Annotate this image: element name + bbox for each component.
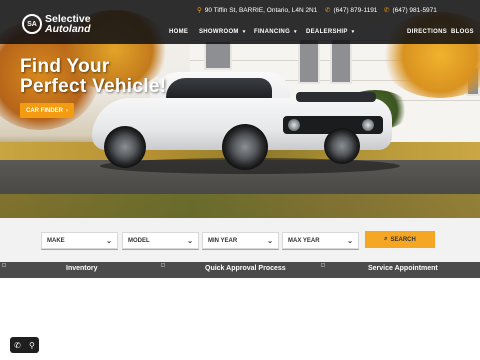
- approval-image-icon: [161, 263, 165, 267]
- phone-number-2: (647) 981-5971: [392, 6, 437, 14]
- car-finder-button[interactable]: CAR FINDER ›: [20, 103, 74, 118]
- phone-link-2[interactable]: ✆ (647) 981-5971: [384, 6, 437, 15]
- nav-home[interactable]: HOME: [169, 29, 188, 35]
- service-image-icon: [321, 263, 325, 267]
- inventory-link[interactable]: Inventory: [66, 265, 98, 272]
- nav-financing-label: FINANCING: [254, 29, 291, 35]
- caret-down-icon: ▾: [294, 29, 297, 35]
- nav-blogs-label: BLOGS: [451, 29, 474, 35]
- page: Find Your Perfect Vehicle! CAR FINDER › …: [0, 0, 480, 360]
- nav-dealership[interactable]: DEALERSHIP ▾: [306, 29, 354, 35]
- house-window: [204, 40, 232, 70]
- chevron-right-icon: ›: [66, 107, 68, 114]
- quick-approval-link[interactable]: Quick Approval Process: [205, 265, 286, 272]
- caret-down-icon: ▾: [351, 29, 355, 35]
- floating-contact-widget[interactable]: ✆ ⚲: [10, 337, 39, 353]
- feature-bar: Inventory Quick Approval Process Service…: [0, 262, 480, 278]
- chevron-down-icon: ⌄: [267, 237, 273, 245]
- car-headlight: [362, 119, 374, 131]
- hero-headline: Find Your: [20, 56, 110, 77]
- car-window: [166, 78, 272, 100]
- phone-icon: ✆: [384, 7, 390, 14]
- service-appointment-link[interactable]: Service Appointment: [368, 265, 438, 272]
- chevron-down-icon: ⌄: [187, 237, 193, 245]
- car-wheel: [222, 124, 268, 170]
- site-header: SA Selective Autoland ⚲ 90 Tiffin St, BA…: [0, 0, 480, 44]
- house-window: [330, 38, 352, 84]
- vehicle-search-bar: MAKE ⌄ MODEL ⌄ MIN YEAR ⌄ MAX YEAR ⌄ ⌕ S…: [0, 218, 480, 262]
- search-icon: ⌕: [384, 236, 388, 242]
- max-year-select-value: MAX YEAR: [288, 237, 320, 244]
- nav-showroom[interactable]: SHOWROOM ▾: [199, 29, 246, 35]
- make-select-value: MAKE: [47, 237, 65, 244]
- min-year-select-value: MIN YEAR: [208, 237, 238, 244]
- model-select-value: MODEL: [128, 237, 150, 244]
- logo-text: Selective Autoland: [45, 14, 91, 35]
- car-wheel: [104, 126, 146, 168]
- search-button-label: SEARCH: [390, 236, 416, 243]
- nav-blogs[interactable]: BLOGS: [451, 29, 474, 35]
- phone-number-1: (647) 879-1191: [333, 6, 378, 14]
- leaf-strip: [0, 194, 480, 218]
- inventory-image-icon: [2, 263, 6, 267]
- max-year-select[interactable]: MAX YEAR ⌄: [282, 232, 359, 249]
- chevron-down-icon: ⌄: [106, 237, 112, 245]
- nav-financing[interactable]: FINANCING ▾: [254, 29, 297, 35]
- car-wheel: [324, 128, 360, 164]
- car-hood-stripe: [296, 92, 376, 102]
- location-icon[interactable]: ⚲: [29, 341, 35, 350]
- nav-directions-label: DIRECTIONS: [407, 29, 448, 35]
- site-logo[interactable]: SA Selective Autoland: [22, 14, 91, 34]
- nav-directions[interactable]: DIRECTIONS: [407, 29, 447, 35]
- chevron-down-icon: ⌄: [347, 237, 353, 245]
- car-finder-label: CAR FINDER: [26, 107, 63, 114]
- logo-line2: Autoland: [45, 23, 91, 35]
- make-select[interactable]: MAKE ⌄: [41, 232, 118, 249]
- hero-headline-emphasis: Perfect Vehicle!: [20, 76, 167, 97]
- house-window: [298, 38, 320, 84]
- logo-badge-icon: SA: [22, 14, 42, 34]
- phone-icon[interactable]: ✆: [14, 341, 21, 350]
- address-link[interactable]: ⚲ 90 Tiffin St, BARRIE, Ontario, L4N 2N1: [197, 6, 318, 15]
- nav-home-label: HOME: [169, 29, 189, 35]
- model-select[interactable]: MODEL ⌄: [122, 232, 199, 249]
- map-pin-icon: ⚲: [197, 7, 202, 14]
- phone-link-1[interactable]: ✆ (647) 879-1191: [325, 6, 378, 15]
- nav-dealership-label: DEALERSHIP: [306, 29, 348, 35]
- search-button[interactable]: ⌕ SEARCH: [365, 231, 435, 248]
- nav-showroom-label: SHOWROOM: [199, 29, 239, 35]
- address-text: 90 Tiffin St, BARRIE, Ontario, L4N 2N1: [204, 6, 318, 14]
- car-headlight: [288, 119, 300, 131]
- min-year-select[interactable]: MIN YEAR ⌄: [202, 232, 279, 249]
- caret-down-icon: ▾: [242, 29, 246, 35]
- phone-icon: ✆: [325, 7, 331, 14]
